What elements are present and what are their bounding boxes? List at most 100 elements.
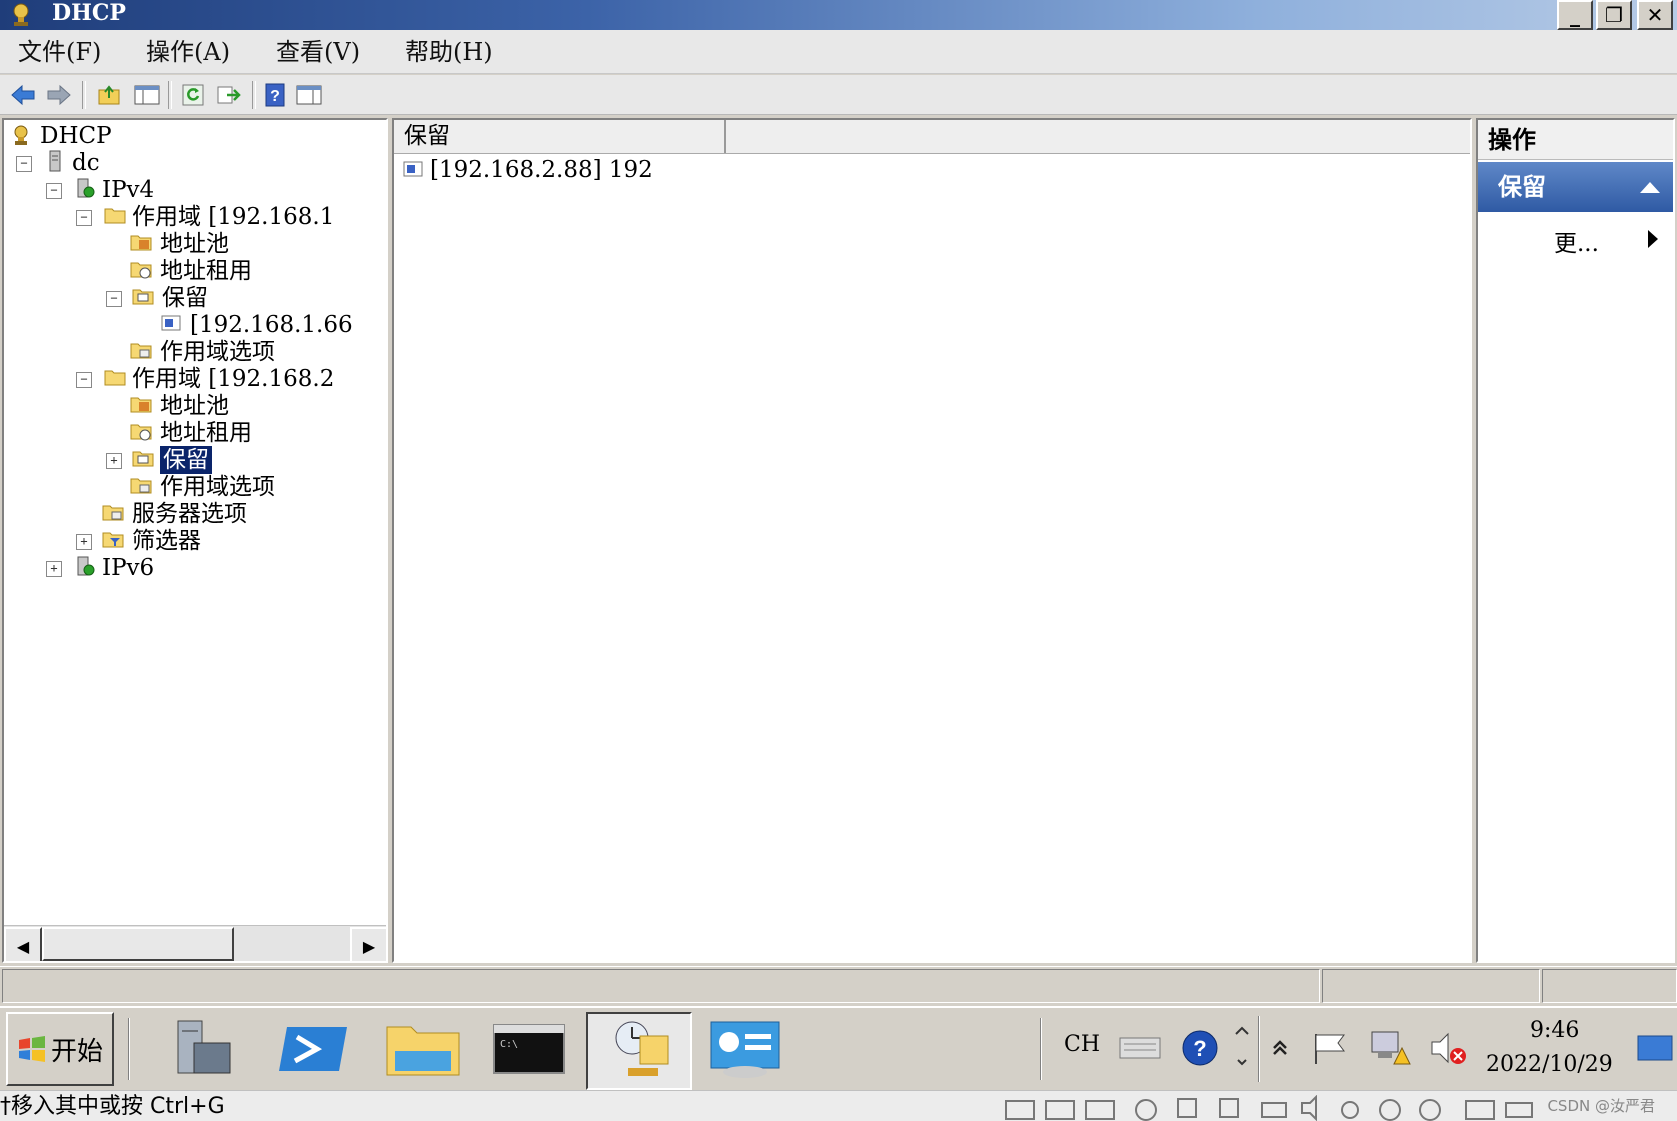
dhcp-console-icon: [615, 1021, 669, 1076]
speaker-muted-icon[interactable]: [1428, 1028, 1468, 1068]
expand-toggle[interactable]: +: [106, 453, 122, 469]
show-desktop-icon[interactable]: [1636, 1034, 1674, 1064]
actions-section-label: 保留: [1498, 173, 1546, 201]
tree-item-reservation-entry[interactable]: [192.168.1.66: [190, 311, 353, 339]
reservations-icon: [132, 289, 154, 305]
close-button[interactable]: ✕: [1637, 0, 1673, 30]
forward-arrow-icon[interactable]: [44, 80, 74, 110]
tree-item-server-options[interactable]: 服务器选项: [132, 500, 247, 528]
collapse-toggle[interactable]: −: [76, 210, 92, 226]
back-arrow-icon[interactable]: [8, 80, 38, 110]
system-dashboard-icon: [710, 1021, 780, 1078]
server-manager-taskbar-button[interactable]: [150, 1012, 252, 1086]
scope-options-icon: [130, 478, 152, 494]
ipv6-server-icon: [77, 556, 95, 576]
submenu-arrow-icon: [1648, 230, 1658, 248]
server-icon: [49, 150, 61, 172]
svg-text:?: ?: [270, 88, 280, 105]
address-leases-icon: [130, 424, 152, 441]
menu-help[interactable]: 帮助(H): [405, 36, 493, 68]
collapse-toggle[interactable]: −: [106, 291, 122, 307]
file-explorer-taskbar-button[interactable]: [372, 1012, 474, 1086]
help-circle-icon[interactable]: ?: [1180, 1028, 1220, 1068]
start-label: 开始: [50, 1036, 103, 1067]
folder-icon: [104, 370, 126, 386]
ipv4-server-icon: [77, 178, 95, 198]
dhcp-app-icon: [13, 3, 29, 26]
collapse-toggle[interactable]: −: [46, 183, 62, 199]
list-item[interactable]: [192.168.2.88] 192: [430, 156, 653, 184]
tree-item-ipv6[interactable]: IPv6: [102, 554, 154, 582]
start-button[interactable]: 开始: [6, 1012, 114, 1086]
menu-view[interactable]: 查看(V): [276, 36, 360, 68]
collapse-toggle[interactable]: −: [76, 372, 92, 388]
svg-text:?: ?: [1193, 1036, 1206, 1061]
tree-item-address-leases[interactable]: 地址租用: [160, 419, 252, 447]
clock-date[interactable]: 2022/10/29: [1486, 1052, 1613, 1077]
scroll-right-button[interactable]: ▶: [350, 927, 386, 961]
scroll-thumb[interactable]: [42, 927, 234, 961]
window-title: DHCP: [52, 0, 126, 26]
tree-item-reservations-selected[interactable]: 保留: [160, 446, 212, 474]
tree-item-scope-options[interactable]: 作用域选项: [160, 338, 275, 366]
show-action-pane-icon[interactable]: [294, 80, 324, 110]
up-folder-icon[interactable]: [94, 80, 124, 110]
clock-time[interactable]: 9:46: [1530, 1018, 1579, 1043]
export-list-icon[interactable]: [214, 80, 244, 110]
expand-toggle[interactable]: +: [76, 534, 92, 550]
actions-section-reservations[interactable]: 保留: [1478, 162, 1673, 212]
action-center-flag-icon[interactable]: [1310, 1030, 1350, 1066]
control-panel-taskbar-button[interactable]: [694, 1012, 796, 1086]
tree-item-address-pool[interactable]: 地址池: [160, 230, 229, 258]
more-actions-link[interactable]: 更...: [1554, 224, 1599, 258]
tree-item-server-dc[interactable]: dc: [72, 149, 100, 177]
scroll-left-button[interactable]: ◀: [4, 927, 42, 961]
tree-item-address-pool[interactable]: 地址池: [160, 392, 229, 420]
tree-item-address-leases[interactable]: 地址租用: [160, 257, 252, 285]
results-pane[interactable]: 保留 [192.168.2.88] 192: [392, 118, 1472, 963]
tree-item-scope-2[interactable]: 作用域 [192.168.2: [132, 365, 334, 393]
watermark: CSDN @汝严君: [1547, 1097, 1655, 1115]
collapse-up-icon[interactable]: [1638, 179, 1662, 195]
keyboard-icon[interactable]: [1118, 1032, 1162, 1062]
minimize-button[interactable]: _: [1557, 0, 1593, 30]
network-warning-icon[interactable]: [1368, 1028, 1412, 1068]
show-hidden-icons-icon[interactable]: [1268, 1036, 1292, 1060]
menu-file[interactable]: 文件(F): [18, 36, 101, 68]
dhcp-trophy-icon: [14, 125, 28, 145]
help-icon[interactable]: ?: [260, 80, 290, 110]
expand-toggle[interactable]: +: [46, 561, 62, 577]
vm-device-icons[interactable]: [1000, 1095, 1560, 1121]
horizontal-scrollbar[interactable]: ◀ ▶: [4, 925, 386, 961]
tree-item-ipv4[interactable]: IPv4: [102, 176, 154, 204]
taskbar: 开始 C:\ CH ? 9:46 2022/10/29: [0, 1006, 1677, 1090]
svg-text:C:\: C:\: [500, 1039, 518, 1050]
collapse-toggle[interactable]: −: [16, 156, 32, 172]
reservation-entry-icon: [161, 315, 181, 331]
input-language-indicator[interactable]: CH: [1064, 1032, 1100, 1057]
column-header-reservations[interactable]: 保留: [394, 120, 726, 153]
tree-item-dhcp[interactable]: DHCP: [40, 122, 112, 150]
menu-bar: 文件(F) 操作(A) 查看(V) 帮助(H): [0, 30, 1677, 74]
bottom-hint-bar: †移入其中或按 Ctrl+G CSDN @汝严君: [0, 1090, 1677, 1121]
folder-explorer-icon: [386, 1026, 460, 1076]
status-cell-2: [1322, 969, 1540, 1003]
tree-item-filters[interactable]: 筛选器: [132, 527, 201, 555]
address-leases-icon: [130, 262, 152, 279]
title-bar[interactable]: DHCP _ ❐ ✕: [0, 0, 1677, 30]
console-tree[interactable]: DHCP − dc − IPv4 − 作用域 [192.168.1 地址池 地址…: [2, 118, 388, 963]
dhcp-taskbar-button[interactable]: [586, 1012, 692, 1090]
refresh-icon[interactable]: [178, 80, 208, 110]
restore-button[interactable]: ❐: [1596, 0, 1632, 30]
vm-input-hint: †移入其中或按 Ctrl+G: [0, 1094, 225, 1119]
tree-item-scope-options[interactable]: 作用域选项: [160, 473, 275, 501]
menu-action[interactable]: 操作(A): [146, 36, 230, 68]
tree-item-scope-1[interactable]: 作用域 [192.168.1: [132, 203, 334, 231]
show-hide-tree-icon[interactable]: [132, 80, 162, 110]
language-options-icon[interactable]: [1232, 1024, 1252, 1072]
status-bar: [0, 966, 1677, 1004]
tree-item-reservations[interactable]: 保留: [162, 284, 208, 312]
server-manager-icon: [177, 1020, 231, 1074]
command-prompt-taskbar-button[interactable]: C:\: [478, 1012, 580, 1086]
powershell-taskbar-button[interactable]: [262, 1012, 364, 1086]
